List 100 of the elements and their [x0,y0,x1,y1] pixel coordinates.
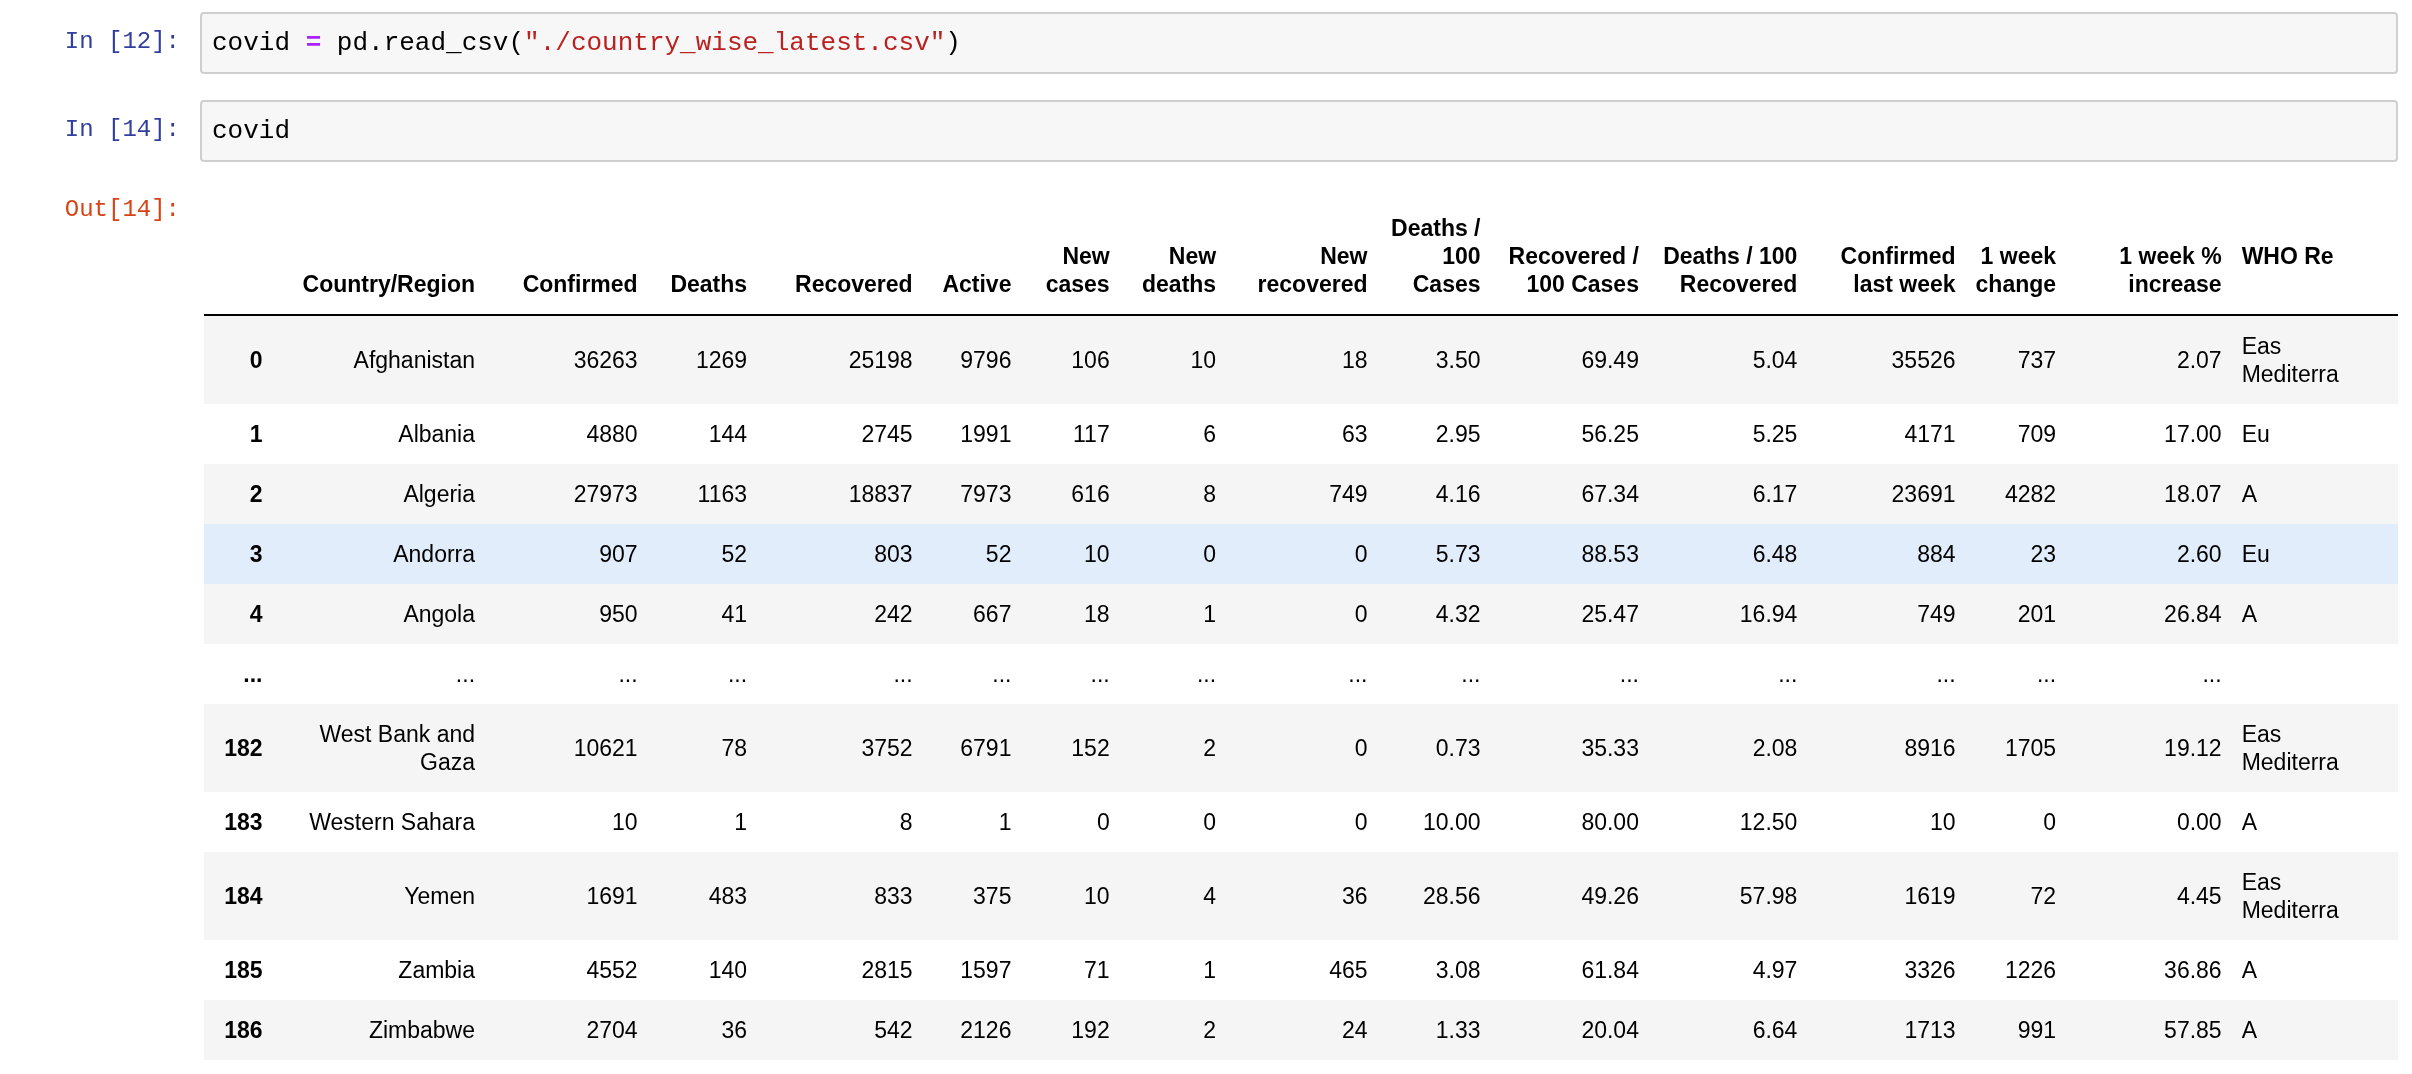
table-cell: ... [1023,644,1122,704]
table-cell: 950 [487,584,650,644]
table-cell: 140 [649,940,760,1000]
output-prompt: Out[14]: [63,195,181,225]
row-index: 3 [204,524,275,584]
table-cell: 991 [1967,1000,2069,1060]
row-index: 1 [204,404,275,464]
table-cell: Western Sahara [274,792,488,852]
table-cell: 57.98 [1650,852,1810,940]
table-cell: A [2233,792,2398,852]
table-cell: ... [274,644,488,704]
table-cell: 25.47 [1492,584,1651,644]
row-index: ... [204,644,275,704]
table-cell: 57.85 [2068,1000,2234,1060]
table-cell: 27973 [487,464,650,524]
row-index: 184 [204,852,275,940]
table-cell: 1597 [924,940,1024,1000]
table-cell: 106 [1023,315,1122,404]
table-cell: 667 [924,584,1024,644]
table-cell: 36263 [487,315,650,404]
table-cell: A [2233,1000,2398,1060]
code-cell[interactable]: covid = pd.read_csv("./country_wise_latest.csv") [200,12,2398,74]
table-cell: 17.00 [2068,404,2234,464]
table-cell: ... [2068,644,2234,704]
table-cell: 242 [759,584,925,644]
table-cell: 72 [1967,852,2069,940]
table-cell: 8916 [1809,704,1968,792]
table-cell: 10 [1023,524,1122,584]
table-cell: 2126 [924,1000,1024,1060]
table-cell: 49.26 [1492,852,1651,940]
table-cell: 0 [1967,792,2069,852]
table-cell: 4 [1121,852,1229,940]
table-cell: 483 [649,852,760,940]
table-cell: 9796 [924,315,1024,404]
table-cell: 4282 [1967,464,2069,524]
table-cell: 35526 [1809,315,1968,404]
table-cell: 28.56 [1379,852,1493,940]
table-cell: Eu [2233,524,2398,584]
table-cell: Angola [274,584,488,644]
table-cell: 6.48 [1650,524,1810,584]
table-cell: 737 [1967,315,2069,404]
table-cell: 23691 [1809,464,1968,524]
table-cell: 2.95 [1379,404,1493,464]
table-cell: ... [1492,644,1651,704]
table-cell: 2 [1121,704,1229,792]
table-cell: 52 [924,524,1024,584]
table-cell: ... [759,644,925,704]
table-cell: 465 [1228,940,1380,1000]
row-index: 182 [204,704,275,792]
table-cell: 10 [487,792,650,852]
table-cell: 7973 [924,464,1024,524]
table-cell: 25198 [759,315,925,404]
table-cell: Zambia [274,940,488,1000]
table-cell: 18837 [759,464,925,524]
table-cell: A [2233,940,2398,1000]
table-cell: 10 [1023,852,1122,940]
table-cell: 749 [1228,464,1380,524]
table-cell: 16.94 [1650,584,1810,644]
table-cell: ... [649,644,760,704]
table-cell: 12.50 [1650,792,1810,852]
table-cell: 6 [1121,404,1229,464]
table-cell: 1.33 [1379,1000,1493,1060]
table-cell: 36.86 [2068,940,2234,1000]
table-cell: 4171 [1809,404,1968,464]
table-cell: 884 [1809,524,1968,584]
table-cell: 78 [649,704,760,792]
table-cell: 0 [1228,704,1380,792]
table-cell: ... [1650,644,1810,704]
table-cell: 18.07 [2068,464,2234,524]
table-cell: ... [1228,644,1380,704]
table-cell: 4.16 [1379,464,1493,524]
table-cell: 10.00 [1379,792,1493,852]
row-index: 185 [204,940,275,1000]
table-cell: 1619 [1809,852,1968,940]
table-cell: 144 [649,404,760,464]
table-cell: Eas Mediterra [2233,315,2398,404]
input-prompt: In [12]: [63,27,181,57]
table-cell: 907 [487,524,650,584]
table-cell: 10 [1809,792,1968,852]
table-cell: 0 [1228,792,1380,852]
table-cell: 4552 [487,940,650,1000]
table-cell: 1 [1121,584,1229,644]
table-cell: ... [924,644,1024,704]
table-cell: Eas Mediterra [2233,852,2398,940]
table-cell: 3.50 [1379,315,1493,404]
table-cell: 36 [1228,852,1380,940]
table-cell: 80.00 [1492,792,1651,852]
table-cell: ... [487,644,650,704]
table-cell: 192 [1023,1000,1122,1060]
code-cell[interactable]: covid [200,100,2398,162]
table-cell: 1713 [1809,1000,1968,1060]
table-cell: 1 [1121,940,1229,1000]
table-cell: 152 [1023,704,1122,792]
table-cell: 5.73 [1379,524,1493,584]
table-cell: 2815 [759,940,925,1000]
table-cell: ... [1379,644,1493,704]
table-cell: 18 [1228,315,1380,404]
input-prompt: In [14]: [63,115,181,145]
table-cell: 69.49 [1492,315,1651,404]
row-index: 0 [204,315,275,404]
